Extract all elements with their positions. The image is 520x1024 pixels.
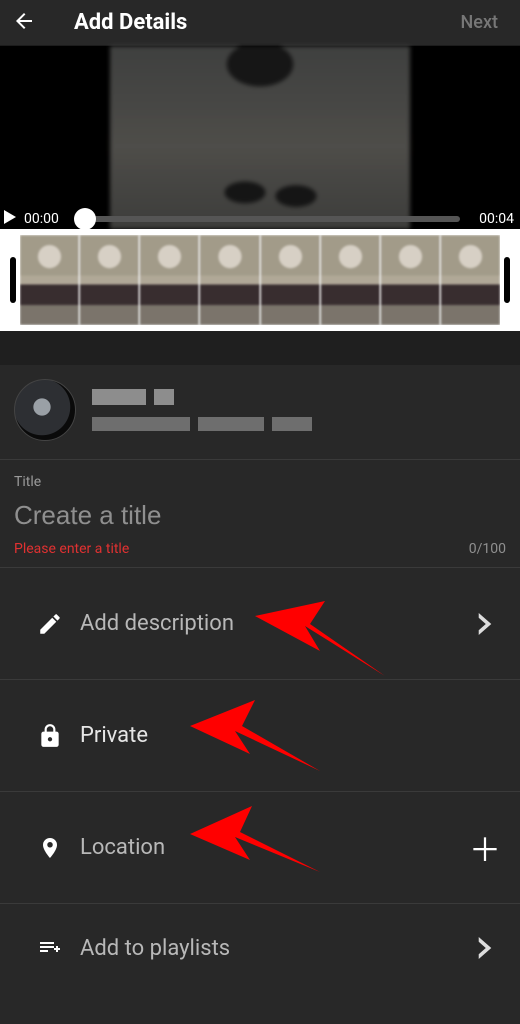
header: Add Details Next [0,0,520,46]
video-frame: ViralHog [110,46,410,229]
playlist-add-icon [20,936,80,960]
thumbnail-frame [20,235,79,325]
video-preview[interactable]: ViralHog 00:00 00:04 [0,46,520,229]
location-row[interactable]: Location ＋ [0,792,520,904]
play-button[interactable] [4,210,16,228]
duration: 00:04 [468,211,514,227]
current-time: 00:00 [24,211,70,227]
thumbnail-frame [260,235,320,325]
title-error: Please enter a title [14,541,129,557]
visibility-row[interactable]: Private [0,680,520,792]
trim-filmstrip[interactable] [0,229,520,331]
play-icon [4,210,16,224]
channel-row[interactable] [0,365,520,460]
avatar [14,379,76,441]
trim-handle-left-icon[interactable] [10,257,16,303]
back-arrow-icon [12,9,36,33]
page-title: Add Details [74,10,451,35]
title-section: Title Please enter a title 0/100 [0,460,520,568]
thumbnail-frame [79,235,139,325]
trim-handle-right-icon[interactable] [504,257,510,303]
visibility-label: Private [80,723,500,748]
lock-icon [20,721,80,751]
description-label: Add description [80,611,470,636]
channel-name-redacted [92,389,312,405]
section-gap [0,331,520,365]
title-input[interactable] [14,500,506,531]
add-description-row[interactable]: Add description [0,568,520,680]
plus-icon: ＋ [470,825,500,871]
thumbnail-frame [199,235,259,325]
channel-meta-redacted [92,417,312,431]
playlists-label: Add to playlists [80,936,470,961]
title-counter: 0/100 [469,541,506,557]
pencil-icon [20,611,80,637]
filmstrip-frames [20,235,500,325]
annotation-arrow [255,596,385,676]
next-button[interactable]: Next [451,6,508,39]
title-label: Title [14,474,506,490]
channel-info [92,389,312,431]
back-button[interactable] [12,9,40,37]
chevron-right-icon [470,613,500,635]
location-label: Location [80,835,470,860]
thumbnail-frame [320,235,380,325]
pin-icon [20,833,80,863]
chevron-right-icon [470,937,500,959]
seek-track[interactable] [78,216,460,222]
thumbnail-frame [380,235,440,325]
thumbnail-frame [440,235,500,325]
thumbnail-frame [139,235,199,325]
seek-thumb[interactable] [74,208,96,230]
playlists-row[interactable]: Add to playlists [0,904,520,992]
